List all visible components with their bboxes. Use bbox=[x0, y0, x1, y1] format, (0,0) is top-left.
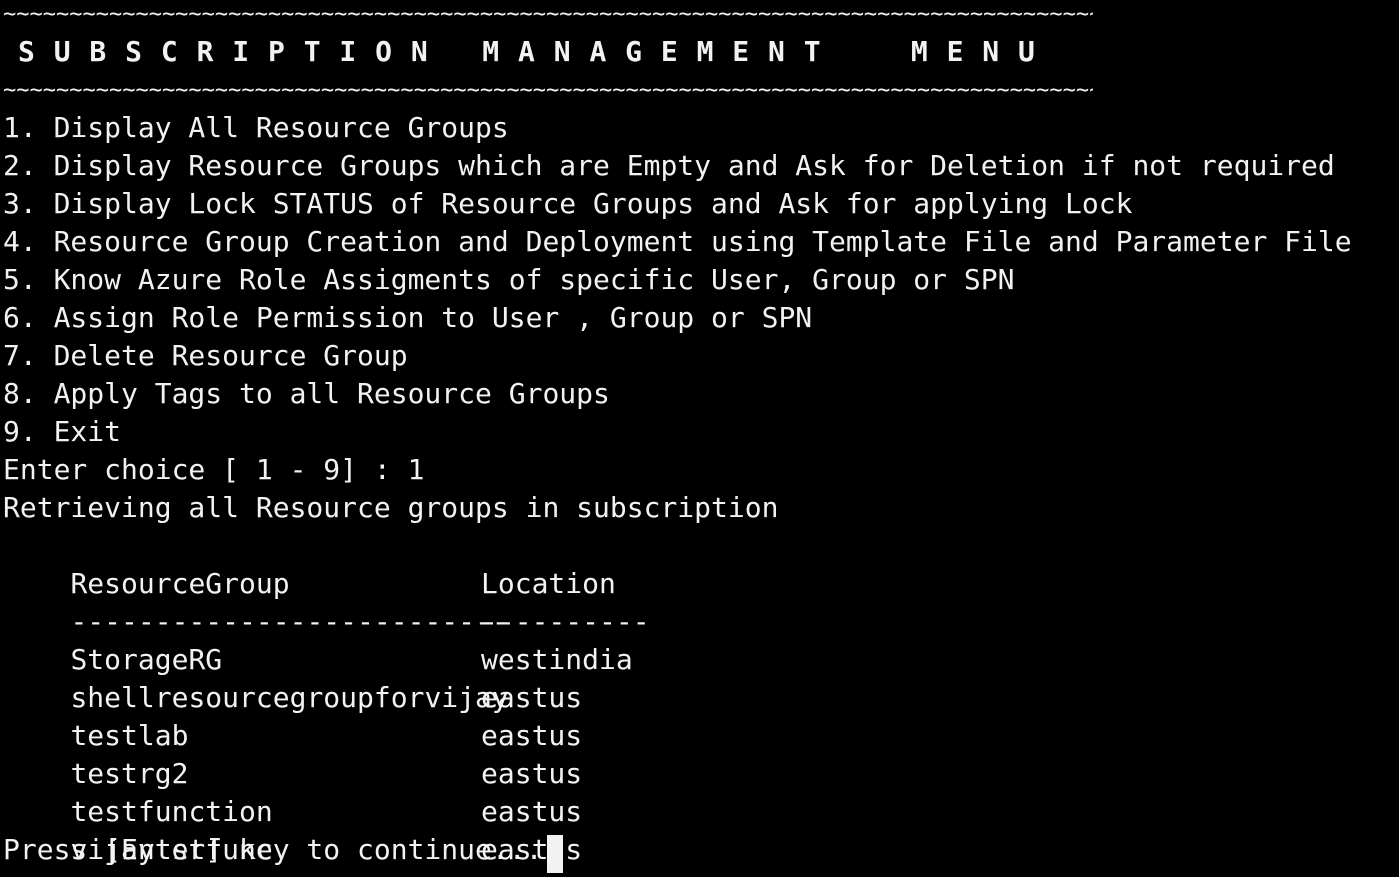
menu-item-6: 6. Assign Role Permission to User , Grou… bbox=[3, 301, 813, 334]
text-cursor[interactable] bbox=[547, 835, 563, 873]
console-window[interactable]: ~~~~~~~~~~~~~~~~~~~~~~~~~~~~~~~~~~~~~~~~… bbox=[0, 0, 1399, 877]
menu-item-1: 1. Display All Resource Groups bbox=[3, 111, 509, 144]
menu-item-8: 8. Apply Tags to all Resource Groups bbox=[3, 377, 610, 410]
table-row: shellresourcegroupforvijay eastus bbox=[3, 641, 582, 714]
status-message: Retrieving all Resource groups in subscr… bbox=[3, 491, 779, 524]
resource-group-location: eastus bbox=[481, 757, 583, 790]
menu-item-7: 7. Delete Resource Group bbox=[3, 339, 408, 372]
menu-item-5: 5. Know Azure Role Assigments of specifi… bbox=[3, 263, 1015, 296]
banner-bottom-rule: ~~~~~~~~~~~~~~~~~~~~~~~~~~~~~~~~~~~~~~~~… bbox=[3, 78, 1093, 103]
table-row: vijaytstfunc eastus bbox=[3, 793, 582, 866]
resource-group-location: eastus bbox=[481, 795, 583, 828]
table-separator-row: -------------------------- ---------- bbox=[3, 565, 649, 638]
banner-top-rule: ~~~~~~~~~~~~~~~~~~~~~~~~~~~~~~~~~~~~~~~~… bbox=[3, 2, 1093, 27]
table-row: testlab eastus bbox=[3, 679, 582, 752]
resource-group-location: eastus bbox=[481, 681, 583, 714]
menu-item-2: 2. Display Resource Groups which are Emp… bbox=[3, 149, 1335, 182]
separator-location: ---------- bbox=[481, 605, 650, 638]
continue-prompt: Press [Enter] key to continue... bbox=[3, 833, 543, 866]
table-row: testfunction eastus bbox=[3, 755, 582, 828]
table-row: StorageRG westindia bbox=[3, 603, 632, 676]
menu-item-3: 3. Display Lock STATUS of Resource Group… bbox=[3, 187, 1133, 220]
table-row: testrg2 eastus bbox=[3, 717, 582, 790]
table-header-row: ResourceGroup Location bbox=[3, 527, 615, 600]
resource-group-location: eastus bbox=[481, 719, 583, 752]
menu-title: S U B S C R I P T I O N M A N A G E M E … bbox=[18, 35, 1036, 68]
choice-prompt: Enter choice [ 1 - 9] : 1 bbox=[3, 453, 425, 486]
menu-item-4: 4. Resource Group Creation and Deploymen… bbox=[3, 225, 1352, 258]
menu-item-9: 9. Exit bbox=[3, 415, 122, 448]
